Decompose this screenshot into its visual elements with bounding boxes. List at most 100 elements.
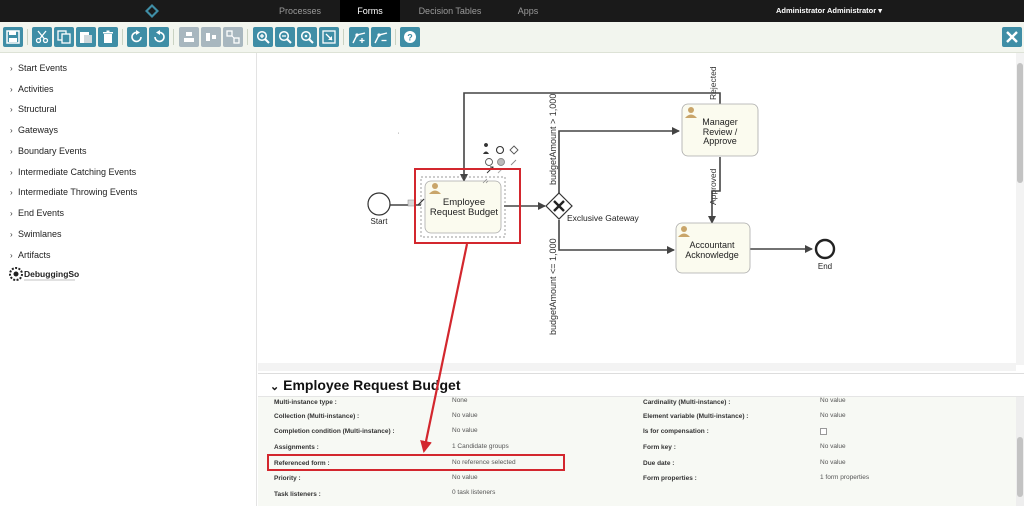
- close-editor-button[interactable]: [1002, 27, 1022, 47]
- wrench-small-icon[interactable]: [510, 159, 517, 166]
- chevron-right-icon: ›: [10, 85, 13, 94]
- chevron-right-icon: ›: [10, 147, 13, 156]
- palette-group-label: Artifacts: [18, 250, 51, 260]
- redo-icon: [131, 30, 142, 43]
- copy-icon: [57, 30, 71, 44]
- palette-group-label: Intermediate Throwing Events: [18, 187, 138, 197]
- compensation-checkbox[interactable]: [820, 428, 827, 435]
- flow-gateway-to-accountant[interactable]: [558, 220, 675, 254]
- bend-remove-button[interactable]: [371, 27, 391, 47]
- prop-value-form-key[interactable]: No value: [820, 443, 846, 450]
- tab-decision-tables[interactable]: Decision Tables: [410, 0, 490, 22]
- help-icon: ?: [404, 31, 416, 43]
- zoom-out-button[interactable]: [275, 27, 295, 47]
- task-accountant-label-line2: Acknowledge: [685, 250, 739, 260]
- bend-remove-icon: [374, 32, 388, 44]
- properties-panel: Multi-instance type : None Collection (M…: [258, 397, 1016, 506]
- properties-scrollbar[interactable]: [1016, 397, 1024, 506]
- layout-icon: [226, 30, 240, 44]
- prop-label-form-key: Form key :: [643, 444, 676, 451]
- task-circle-icon[interactable]: [485, 158, 493, 166]
- user-icon[interactable]: [483, 143, 489, 154]
- prop-value-multi-instance-type[interactable]: None: [452, 397, 468, 404]
- palette-group-structural[interactable]: › Structural: [10, 102, 57, 116]
- bend-add-button[interactable]: [349, 27, 369, 47]
- flowable-logo-icon[interactable]: [145, 4, 159, 18]
- copy-button[interactable]: [54, 27, 74, 47]
- bpmn-diagram[interactable]: Start Employee Request Budget Exclusive …: [258, 53, 1024, 365]
- prop-label-assignments: Assignments :: [274, 444, 319, 451]
- svg-text:DebuggingSoft: DebuggingSoft: [24, 269, 79, 279]
- chevron-right-icon: ›: [10, 188, 13, 197]
- gateway-label: Exclusive Gateway: [567, 213, 640, 223]
- align-button[interactable]: [179, 27, 199, 47]
- zoom-fit-button[interactable]: [319, 27, 339, 47]
- help-button[interactable]: ?: [400, 27, 420, 47]
- diagram-canvas[interactable]: Start Employee Request Budget Exclusive …: [258, 53, 1024, 365]
- scroll-thumb[interactable]: [1017, 63, 1023, 183]
- palette-group-gateways[interactable]: › Gateways: [10, 123, 58, 137]
- prop-value-collection[interactable]: No value: [452, 412, 478, 419]
- paste-button[interactable]: [76, 27, 96, 47]
- user-menu[interactable]: Administrator Administrator ▾: [776, 0, 882, 22]
- palette-group-swimlanes[interactable]: › Swimlanes: [10, 227, 62, 241]
- undo-button[interactable]: [149, 27, 169, 47]
- delete-button[interactable]: [98, 27, 118, 47]
- prop-value-assignments[interactable]: 1 Candidate groups: [452, 443, 509, 450]
- palette-group-label: Structural: [18, 104, 57, 114]
- prop-value-due-date[interactable]: No value: [820, 459, 846, 466]
- event-circle-icon[interactable]: [495, 145, 505, 155]
- flow-label-rejected: Rejected: [708, 66, 718, 100]
- redo-button[interactable]: [127, 27, 147, 47]
- task-manager-label-line3: Approve: [703, 136, 737, 146]
- palette-group-intermediate-catching-events[interactable]: › Intermediate Catching Events: [10, 165, 136, 179]
- palette-group-activities[interactable]: › Activities: [10, 82, 54, 96]
- end-circle-icon[interactable]: [497, 158, 505, 166]
- layout-button[interactable]: [223, 27, 243, 47]
- canvas-horizontal-scrollbar[interactable]: [258, 363, 1016, 371]
- palette-group-artifacts[interactable]: › Artifacts: [10, 248, 51, 262]
- chevron-right-icon: ›: [10, 251, 13, 260]
- prop-value-cardinality[interactable]: No value: [820, 397, 846, 404]
- save-button[interactable]: [3, 27, 23, 47]
- annotation-highlight-referenced-form: [267, 454, 565, 471]
- palette-group-start-events[interactable]: › Start Events: [10, 61, 67, 75]
- properties-header[interactable]: ⌄ Employee Request Budget: [258, 373, 1024, 397]
- prop-value-completion-condition[interactable]: No value: [452, 427, 478, 434]
- gateway-diamond-icon[interactable]: [509, 145, 519, 155]
- prop-label-priority: Priority :: [274, 475, 301, 482]
- tab-apps[interactable]: Apps: [505, 0, 551, 22]
- zoom-in-button[interactable]: [253, 27, 273, 47]
- task-manager-review-approve[interactable]: Manager Review / Approve: [681, 103, 759, 157]
- prop-value-element-variable[interactable]: No value: [820, 412, 846, 419]
- distribute-icon: [206, 33, 216, 41]
- prop-value-form-properties[interactable]: 1 form properties: [820, 474, 869, 481]
- palette-group-end-events[interactable]: › End Events: [10, 206, 64, 220]
- tab-processes[interactable]: Processes: [268, 0, 332, 22]
- scroll-thumb[interactable]: [1017, 437, 1023, 497]
- delete-icon: [103, 30, 113, 43]
- zoom-actual-button[interactable]: [297, 27, 317, 47]
- start-event[interactable]: [367, 192, 391, 216]
- palette-group-boundary-events[interactable]: › Boundary Events: [10, 144, 87, 158]
- user-name: Administrator Administrator: [775, 6, 877, 15]
- task-accountant-acknowledge[interactable]: Accountant Acknowledge: [675, 222, 751, 274]
- prop-label-form-properties: Form properties :: [643, 475, 697, 482]
- prop-value-task-listeners[interactable]: 0 task listeners: [452, 489, 495, 496]
- prop-label-collection: Collection (Multi-instance) :: [274, 413, 360, 420]
- tab-forms[interactable]: Forms: [340, 0, 400, 22]
- zoom-actual-icon: [300, 30, 314, 44]
- palette-group-intermediate-throwing-events[interactable]: › Intermediate Throwing Events: [10, 185, 137, 199]
- canvas-vertical-scrollbar[interactable]: [1016, 53, 1024, 365]
- cut-button[interactable]: [32, 27, 52, 47]
- prop-label-element-variable: Element variable (Multi-instance) :: [643, 413, 749, 420]
- properties-title-text: Employee Request Budget: [283, 377, 461, 393]
- prop-value-priority[interactable]: No value: [452, 474, 478, 481]
- save-icon: [6, 30, 20, 44]
- flow-gateway-to-manager[interactable]: [558, 127, 680, 193]
- end-event[interactable]: [814, 238, 836, 260]
- chevron-right-icon: ›: [10, 230, 13, 239]
- prop-label-is-for-compensation: Is for compensation :: [643, 428, 709, 435]
- distribute-button[interactable]: [201, 27, 221, 47]
- palette-group-label: End Events: [18, 208, 65, 218]
